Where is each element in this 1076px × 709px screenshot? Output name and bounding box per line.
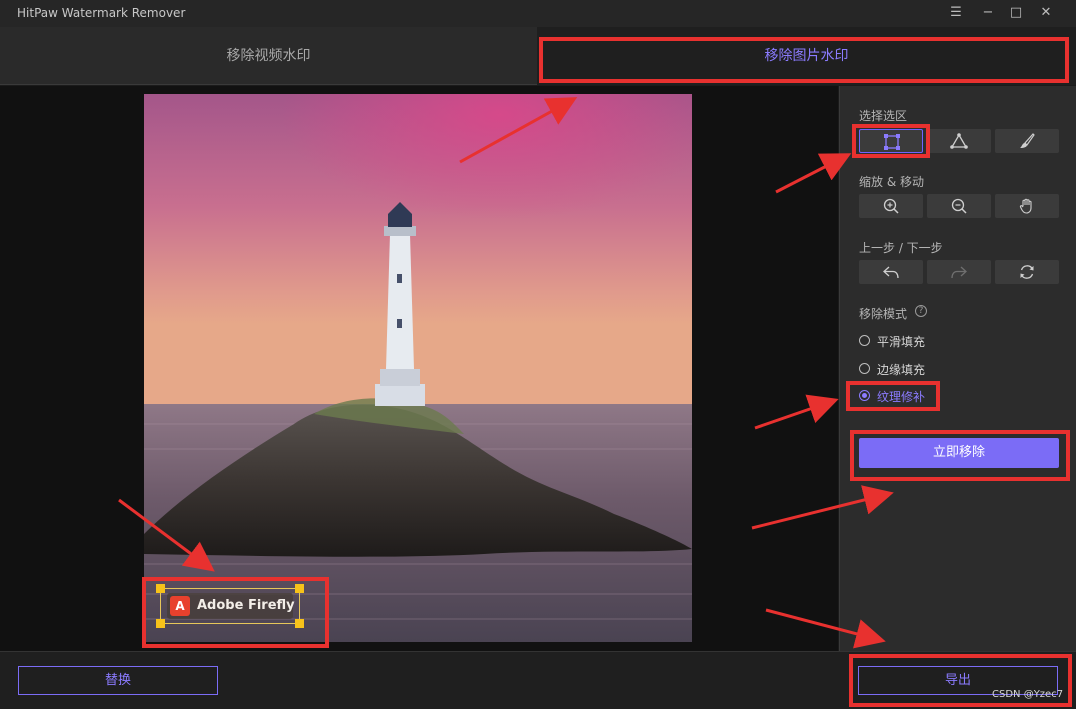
radio-icon[interactable] [859,335,870,346]
reset-icon [1020,265,1034,279]
adobe-firefly-logo-icon: A [170,596,190,616]
selection-handle[interactable] [295,584,304,593]
canvas-area: A Adobe Firefly [0,86,838,651]
replace-button[interactable]: 替换 [18,666,218,695]
app-title: HitPaw Watermark Remover [17,6,186,20]
tool-panel: 选择选区 缩放 & 移动 上一步 / 下一步 移除模式 ? 平滑填充 边缘填充 … [839,86,1076,651]
brush-select-button[interactable] [995,129,1059,153]
footer-bar: 替换 导出 CSDN @Yzec7 [0,651,1076,709]
mode-tabs: 移除视频水印 移除图片水印 [0,27,1076,85]
rectangle-select-icon [884,134,900,150]
reset-button[interactable] [995,260,1059,284]
polygon-select-button[interactable] [927,129,991,153]
help-icon[interactable]: ? [915,305,927,317]
mode-label: 平滑填充 [877,335,926,349]
polygon-select-icon [950,133,968,149]
csdn-credit-watermark: CSDN @Yzec7 [992,689,1064,700]
brush-select-icon [1020,133,1035,148]
hand-icon [1019,198,1032,214]
zoom-in-button[interactable] [859,194,923,218]
title-bar: HitPaw Watermark Remover ☰ − □ ✕ [0,0,1076,27]
radio-icon[interactable] [859,363,870,374]
lighthouse-photo[interactable]: A Adobe Firefly [144,94,692,642]
select-area-label: 选择选区 [859,109,908,123]
remove-now-button[interactable]: 立即移除 [859,438,1059,468]
selection-handle[interactable] [295,619,304,628]
minimize-icon[interactable]: − [978,4,998,22]
mode-label: 边缘填充 [877,363,926,377]
undo-redo-label: 上一步 / 下一步 [859,241,943,255]
watermark-text: Adobe Firefly [197,598,295,613]
zoom-in-icon [883,198,899,214]
selection-box[interactable]: A Adobe Firefly [156,584,304,628]
zoom-out-icon [951,198,967,214]
menu-icon[interactable]: ☰ [946,4,966,22]
undo-button[interactable] [859,260,923,284]
redo-icon [951,266,967,279]
tab-remove-video-watermark[interactable]: 移除视频水印 [0,27,537,85]
redo-button[interactable] [927,260,991,284]
maximize-icon[interactable]: □ [1006,4,1026,22]
selection-handle[interactable] [156,584,165,593]
rectangle-select-button[interactable] [859,129,923,153]
mode-label: 纹理修补 [877,390,926,404]
undo-icon [883,266,899,279]
zoom-out-button[interactable] [927,194,991,218]
pan-button[interactable] [995,194,1059,218]
remove-mode-label: 移除模式 [859,307,908,321]
selection-handle[interactable] [156,619,165,628]
tab-remove-image-watermark[interactable]: 移除图片水印 [537,27,1076,85]
watermark-badge: A Adobe Firefly [167,593,295,619]
close-icon[interactable]: ✕ [1036,4,1056,22]
zoom-move-label: 缩放 & 移动 [859,175,924,189]
radio-checked-icon[interactable] [859,390,870,401]
